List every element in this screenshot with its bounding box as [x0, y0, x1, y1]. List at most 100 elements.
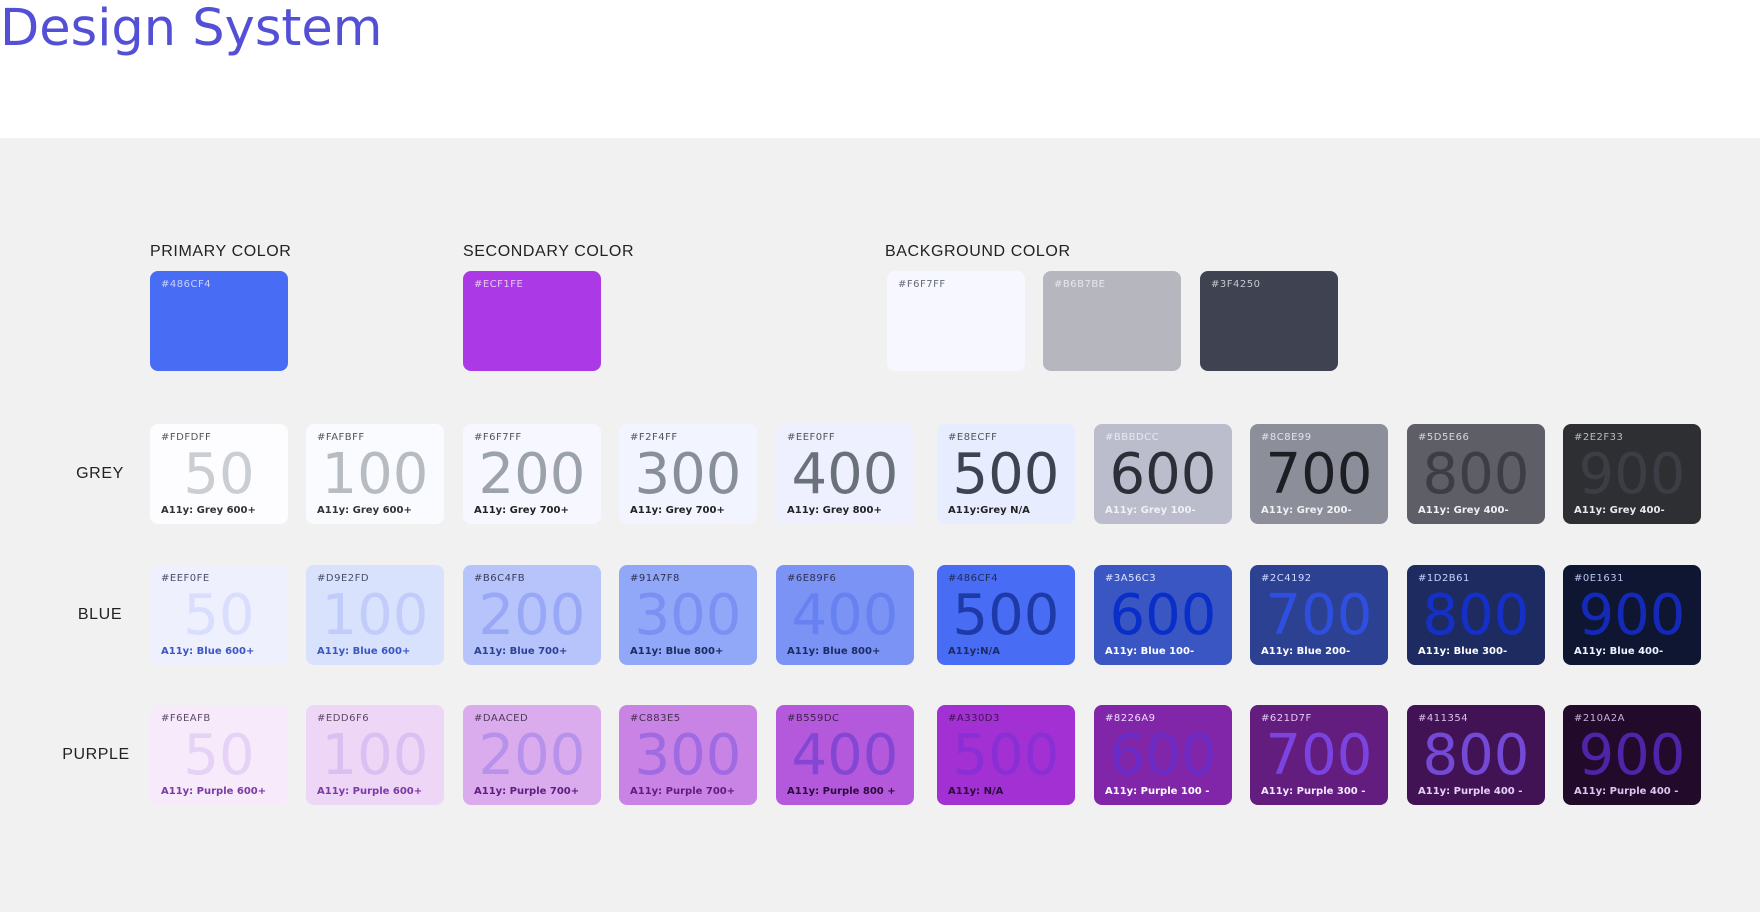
swatch-grey-200[interactable]: #F6F7FF 200 A11y: Grey 700+ [463, 424, 601, 524]
shade-number: 400 [791, 723, 899, 788]
swatch-purple-700[interactable]: #621D7F 700 A11y: Purple 300 - [1250, 705, 1388, 805]
a11y-note: A11y: Grey 600+ [317, 505, 412, 516]
shade-number: 900 [1578, 583, 1686, 648]
swatch-blue-800[interactable]: #1D2B61 800 A11y: Blue 300- [1407, 565, 1545, 665]
hex-code: #486CF4 [161, 279, 212, 290]
palette-row-label-purple: PURPLE [62, 746, 130, 763]
swatch-grey-900[interactable]: #2E2F33 900 A11y: Grey 400- [1563, 424, 1701, 524]
primary-color-label: PRIMARY COLOR [150, 243, 292, 260]
a11y-note: A11y: Grey 400- [1418, 505, 1509, 516]
swatch-blue-500[interactable]: #486CF4 500 A11y:N/A [937, 565, 1075, 665]
a11y-note: A11y: Grey 700+ [474, 505, 569, 516]
shade-number: 300 [634, 723, 742, 788]
swatch-purple-400[interactable]: #B559DC 400 A11y: Purple 800 + [776, 705, 914, 805]
swatch-grey-100[interactable]: #FAFBFF 100 A11y: Grey 600+ [306, 424, 444, 524]
shade-number: 500 [952, 723, 1060, 788]
a11y-note: A11y: Grey 200- [1261, 505, 1352, 516]
swatch-grey-600[interactable]: #BBBDCC 600 A11y: Grey 100- [1094, 424, 1232, 524]
a11y-note: A11y: Purple 700+ [474, 786, 580, 797]
swatch-purple-200[interactable]: #DAACED 200 A11y: Purple 700+ [463, 705, 601, 805]
a11y-note: A11y: Purple 400 - [1574, 786, 1679, 797]
shade-number: 700 [1265, 723, 1373, 788]
palette-row-label-blue: BLUE [77, 606, 123, 623]
shade-number: 500 [952, 583, 1060, 648]
swatch-grey-50[interactable]: #FDFDFF 50 A11y: Grey 600+ [150, 424, 288, 524]
swatch-blue-400[interactable]: #6E89F6 400 A11y: Blue 800+ [776, 565, 914, 665]
secondary-color-label: SECONDARY COLOR [463, 243, 635, 260]
swatch-grey-400[interactable]: #EEF0FF 400 A11y: Grey 800+ [776, 424, 914, 524]
swatch-grey-300[interactable]: #F2F4FF 300 A11y: Grey 700+ [619, 424, 757, 524]
shade-number: 300 [634, 583, 742, 648]
a11y-note: A11y: Purple 600+ [317, 786, 423, 797]
shade-number: 800 [1422, 723, 1530, 788]
shade-number: 700 [1265, 583, 1373, 648]
shade-number: 400 [791, 583, 899, 648]
hex-code: #F6F7FF [898, 279, 946, 290]
design-canvas: PRIMARY COLOR SECONDARY COLOR BACKGROUND… [0, 138, 1760, 912]
shade-number: 200 [478, 723, 586, 788]
shade-number: 600 [1109, 442, 1217, 507]
swatch-blue-300[interactable]: #91A7F8 300 A11y: Blue 800+ [619, 565, 757, 665]
a11y-note: A11y: Purple 100 - [1105, 786, 1210, 797]
a11y-note: A11y: Purple 600+ [161, 786, 267, 797]
a11y-note: A11y: Blue 700+ [474, 646, 568, 657]
a11y-note: A11y:Grey N/A [948, 505, 1030, 516]
palette-row-label-grey: GREY [76, 465, 124, 482]
shade-number: 700 [1265, 442, 1373, 507]
shade-number: 50 [183, 723, 255, 788]
shade-number: 50 [183, 583, 255, 648]
a11y-note: A11y: Blue 600+ [161, 646, 255, 657]
shade-number: 400 [791, 442, 899, 507]
primary-swatch[interactable]: #486CF4 [150, 271, 288, 371]
shade-number: 100 [321, 442, 429, 507]
hex-code: #3F4250 [1211, 279, 1261, 290]
swatch-purple-100[interactable]: #EDD6F6 100 A11y: Purple 600+ [306, 705, 444, 805]
a11y-note: A11y: Blue 800+ [630, 646, 724, 657]
swatch-purple-300[interactable]: #C883E5 300 A11y: Purple 700+ [619, 705, 757, 805]
swatch-purple-500[interactable]: #A330D3 500 A11y: N/A [937, 705, 1075, 805]
background-swatch-dark[interactable]: #3F4250 [1200, 271, 1338, 371]
background-color-label: BACKGROUND COLOR [885, 243, 1071, 260]
a11y-note: A11y: Grey 400- [1574, 505, 1665, 516]
a11y-note: A11y: Purple 300 - [1261, 786, 1366, 797]
a11y-note: A11y: Blue 400- [1574, 646, 1664, 657]
a11y-note: A11y: Grey 600+ [161, 505, 256, 516]
swatch-grey-700[interactable]: #8C8E99 700 A11y: Grey 200- [1250, 424, 1388, 524]
a11y-note: A11y: Purple 400 - [1418, 786, 1523, 797]
background-swatch-mid[interactable]: #B6B7BE [1043, 271, 1181, 371]
a11y-note: A11y: Grey 700+ [630, 505, 725, 516]
a11y-note: A11y: N/A [948, 786, 1004, 797]
hex-code: #B6B7BE [1054, 279, 1106, 290]
shade-number: 800 [1422, 442, 1530, 507]
page-title: Design System [0, 0, 383, 58]
swatch-purple-900[interactable]: #210A2A 900 A11y: Purple 400 - [1563, 705, 1701, 805]
shade-number: 800 [1422, 583, 1530, 648]
swatch-blue-200[interactable]: #B6C4FB 200 A11y: Blue 700+ [463, 565, 601, 665]
a11y-note: A11y: Grey 800+ [787, 505, 882, 516]
shade-number: 900 [1578, 723, 1686, 788]
shade-number: 300 [634, 442, 742, 507]
swatch-purple-800[interactable]: #411354 800 A11y: Purple 400 - [1407, 705, 1545, 805]
background-swatch-light[interactable]: #F6F7FF [887, 271, 1025, 371]
swatch-blue-900[interactable]: #0E1631 900 A11y: Blue 400- [1563, 565, 1701, 665]
shade-number: 600 [1109, 723, 1217, 788]
shade-number: 200 [478, 442, 586, 507]
swatch-grey-500[interactable]: #E8ECFF 500 A11y:Grey N/A [937, 424, 1075, 524]
swatch-purple-600[interactable]: #8226A9 600 A11y: Purple 100 - [1094, 705, 1232, 805]
swatch-blue-700[interactable]: #2C4192 700 A11y: Blue 200- [1250, 565, 1388, 665]
a11y-note: A11y: Blue 300- [1418, 646, 1508, 657]
secondary-swatch[interactable]: #ECF1FE [463, 271, 601, 371]
swatch-grey-800[interactable]: #5D5E66 800 A11y: Grey 400- [1407, 424, 1545, 524]
swatch-blue-50[interactable]: #EEF0FE 50 A11y: Blue 600+ [150, 565, 288, 665]
a11y-note: A11y: Blue 800+ [787, 646, 881, 657]
shade-number: 900 [1578, 442, 1686, 507]
shade-number: 600 [1109, 583, 1217, 648]
a11y-note: A11y: Purple 700+ [630, 786, 736, 797]
a11y-note: A11y: Purple 800 + [787, 786, 896, 797]
swatch-blue-600[interactable]: #3A56C3 600 A11y: Blue 100- [1094, 565, 1232, 665]
hex-code: #ECF1FE [474, 279, 524, 290]
a11y-note: A11y:N/A [948, 646, 1000, 657]
swatch-purple-50[interactable]: #F6EAFB 50 A11y: Purple 600+ [150, 705, 288, 805]
shade-number: 50 [183, 442, 255, 507]
swatch-blue-100[interactable]: #D9E2FD 100 A11y: Blue 600+ [306, 565, 444, 665]
